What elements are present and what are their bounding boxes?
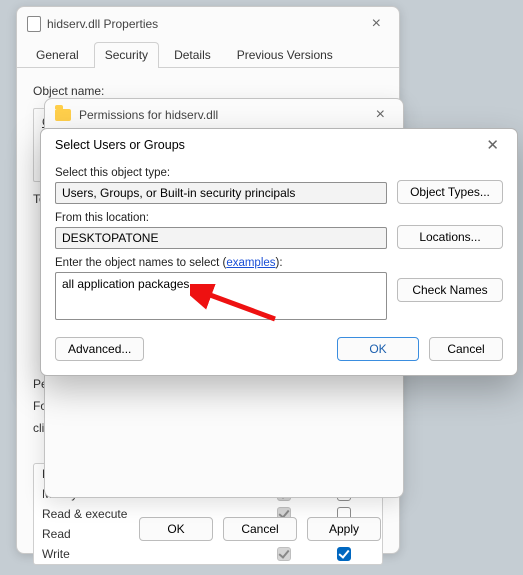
object-type-row: Select this object type: Object Types...	[55, 167, 503, 204]
object-type-field	[55, 182, 387, 204]
deny-checkbox[interactable]	[337, 547, 351, 561]
object-names-input[interactable]	[55, 272, 387, 320]
object-names-label: Enter the object names to select (exampl…	[55, 257, 387, 269]
tab-previous-versions[interactable]: Previous Versions	[226, 42, 344, 68]
properties-title: hidserv.dll Properties	[47, 17, 364, 31]
object-types-button[interactable]: Object Types...	[397, 180, 503, 204]
folder-icon	[55, 109, 71, 121]
file-icon	[27, 16, 41, 32]
allow-checkbox[interactable]	[277, 547, 291, 561]
perm-label: Write	[42, 547, 254, 561]
cancel-button[interactable]: Cancel	[223, 517, 297, 541]
names-label-suffix: ):	[276, 257, 283, 269]
ok-button[interactable]: OK	[139, 517, 213, 541]
names-label-prefix: Enter the object names to select (	[55, 257, 226, 269]
advanced-button[interactable]: Advanced...	[55, 337, 144, 361]
perm-row: Write	[34, 544, 382, 564]
location-field	[55, 227, 387, 249]
object-names-row: Enter the object names to select (exampl…	[55, 257, 503, 323]
location-row: From this location: Locations...	[55, 212, 503, 249]
ok-button[interactable]: OK	[337, 337, 419, 361]
check-names-button[interactable]: Check Names	[397, 278, 503, 302]
apply-button[interactable]: Apply	[307, 517, 381, 541]
object-name-row: Object name:	[33, 84, 383, 98]
object-type-label: Select this object type:	[55, 167, 387, 179]
examples-link[interactable]: examples	[226, 257, 275, 269]
properties-tabs: General Security Details Previous Versio…	[17, 41, 399, 68]
properties-buttons: OK Cancel Apply	[17, 517, 399, 541]
location-label: From this location:	[55, 212, 387, 224]
dialog-footer: Advanced... OK Cancel	[41, 331, 517, 371]
dialog-titlebar: Select Users or Groups ✕	[41, 129, 517, 161]
tab-security[interactable]: Security	[94, 42, 159, 68]
dialog-body: Select this object type: Object Types...…	[41, 161, 517, 323]
close-icon[interactable]: ✕	[478, 132, 507, 158]
cancel-button[interactable]: Cancel	[429, 337, 503, 361]
tab-details[interactable]: Details	[163, 42, 222, 68]
close-icon[interactable]: ×	[364, 11, 389, 37]
properties-titlebar: hidserv.dll Properties ×	[17, 7, 399, 41]
object-name-label: Object name:	[33, 84, 104, 98]
locations-button[interactable]: Locations...	[397, 225, 503, 249]
close-icon[interactable]: ×	[368, 102, 393, 128]
permissions-title: Permissions for hidserv.dll	[79, 108, 368, 122]
tab-general[interactable]: General	[25, 42, 90, 68]
dialog-title: Select Users or Groups	[55, 138, 185, 152]
select-users-dialog: Select Users or Groups ✕ Select this obj…	[40, 128, 518, 376]
permissions-titlebar: Permissions for hidserv.dll ×	[45, 99, 403, 131]
